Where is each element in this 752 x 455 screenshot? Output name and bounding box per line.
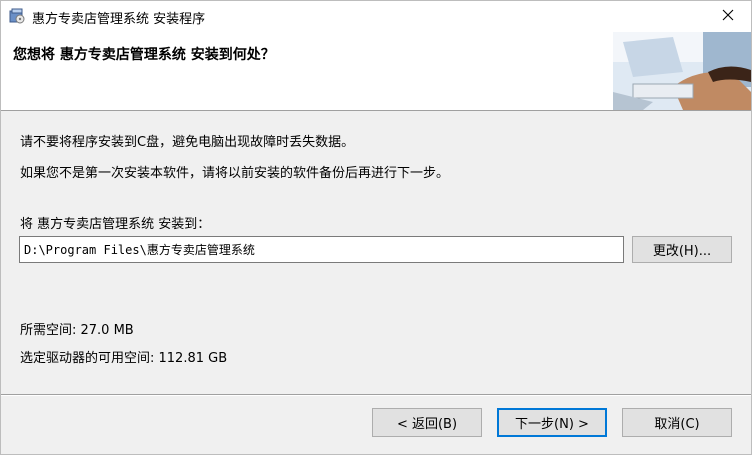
next-button[interactable]: 下一步(N) > [497, 408, 607, 437]
close-button[interactable] [705, 1, 751, 32]
back-button[interactable]: < 返回(B) [372, 408, 482, 437]
installer-banner-image [613, 32, 751, 110]
notice-line-1: 请不要将程序安装到C盘，避免电脑出现故障时丢失数据。 [20, 135, 355, 150]
installer-icon [8, 7, 26, 25]
required-space-text: 所需空间: 27.0 MB [20, 323, 134, 338]
window-title: 惠方专卖店管理系统 安装程序 [32, 12, 206, 27]
installer-window: 惠方专卖店管理系统 安装程序 您想将 惠方专卖店管理系统 安装到何处？ 请不要将… [0, 0, 752, 455]
close-icon [722, 9, 734, 25]
available-space-text: 选定驱动器的可用空间: 112.81 GB [20, 351, 228, 366]
footer-divider [1, 394, 751, 396]
cancel-button[interactable]: 取消(C) [622, 408, 732, 437]
notice-line-2: 如果您不是第一次安装本软件，请将以前安装的软件备份后再进行下一步。 [20, 166, 450, 181]
install-path-field[interactable]: D:\Program Files\惠方专卖店管理系统 [19, 236, 624, 263]
page-title: 您想将 惠方专卖店管理系统 安装到何处？ [13, 47, 275, 63]
title-bar: 惠方专卖店管理系统 安装程序 [1, 1, 751, 32]
header-banner: 您想将 惠方专卖店管理系统 安装到何处？ [1, 32, 751, 111]
change-button[interactable]: 更改(H)... [632, 236, 732, 263]
install-to-label: 将 惠方专卖店管理系统 安装到： [20, 217, 211, 232]
